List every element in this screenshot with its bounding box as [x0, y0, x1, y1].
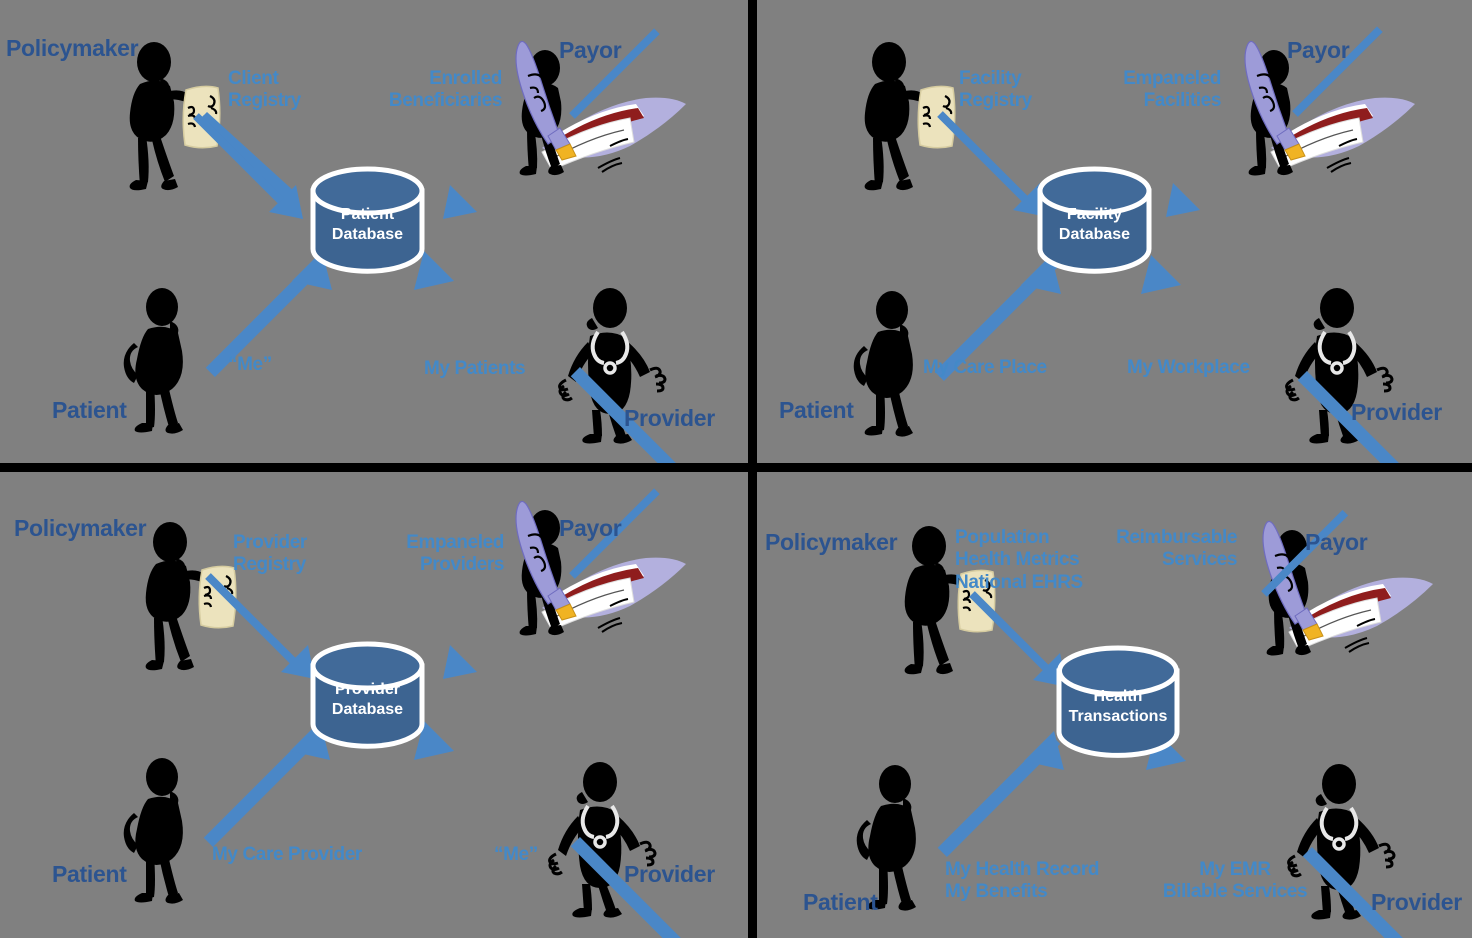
flow-line: Health Metrics	[955, 549, 1080, 571]
flow-line: Facilities	[1143, 90, 1222, 112]
quadrant-patient-registry: Patient Database Policymaker Payor Patie…	[0, 0, 748, 463]
flow-line: Billable Services	[1162, 881, 1308, 903]
flow-line: My Health Record	[945, 859, 1100, 880]
flow-line: Empaneled	[1123, 68, 1221, 89]
role-label-policymaker: Policymaker	[14, 515, 147, 541]
flow-line: My Workplace	[1127, 357, 1250, 378]
flow-label-provider: My Workplace	[1127, 357, 1250, 379]
flow-label-policymaker: Facility Registry	[959, 68, 1032, 113]
flow-label-policymaker: Client Registry	[228, 68, 301, 113]
flow-label-payor: Empaneled Providers	[338, 532, 504, 577]
flow-line: “Me”	[494, 844, 538, 865]
quadrant-health-transactions: Health Transactions Policymaker Payor Pa…	[757, 472, 1472, 938]
diagram-canvas: Patient Database Policymaker Payor Patie…	[0, 0, 1472, 938]
flow-line: “Me”	[228, 354, 272, 375]
role-label-payor: Payor	[1287, 37, 1350, 63]
flow-line: Enrolled	[429, 68, 502, 89]
flow-label-payor: Enrolled Beneficiaries	[330, 68, 502, 113]
flow-line: My Care Provider	[212, 844, 362, 865]
flow-line: National EHRS	[955, 571, 1083, 593]
role-label-patient: Patient	[52, 861, 127, 887]
role-label-policymaker: Policymaker	[765, 529, 898, 555]
label-group: Payor Patient Provider Facility Registry…	[757, 0, 1472, 463]
flow-line: Client	[228, 68, 279, 89]
quadrant-provider-registry: Provider Database Policymaker Payor Pati…	[0, 472, 748, 938]
role-label-patient: Patient	[779, 397, 854, 423]
flow-line: Population	[955, 527, 1050, 548]
flow-label-policymaker: Population Health Metrics National EHRS	[955, 527, 1083, 594]
flow-label-patient: My Health Record My Benefits	[945, 859, 1099, 904]
role-label-patient: Patient	[52, 397, 127, 423]
flow-line: Services	[1162, 549, 1237, 571]
flow-label-patient: My Care Place	[923, 357, 1047, 379]
label-group: Policymaker Payor Patient Provider Provi…	[0, 472, 748, 938]
flow-label-provider: “Me”	[494, 844, 538, 866]
flow-label-provider: My EMR Billable Services	[1145, 859, 1325, 904]
flow-line: Providers	[419, 554, 504, 576]
role-label-patient: Patient	[803, 889, 878, 915]
flow-line: My Benefits	[945, 881, 1048, 903]
role-label-payor: Payor	[559, 37, 622, 63]
flow-line: Empaneled	[406, 532, 504, 553]
quadrant-facility-registry: Facility Database Payor Patient Provider…	[757, 0, 1472, 463]
role-label-payor: Payor	[1305, 529, 1368, 555]
flow-line: My Patients	[424, 358, 526, 379]
role-label-policymaker: Policymaker	[6, 35, 139, 61]
flow-label-provider: My Patients	[424, 358, 526, 380]
flow-label-patient: “Me”	[228, 354, 272, 376]
flow-line: Registry	[228, 90, 301, 112]
flow-line: Provider	[233, 532, 307, 553]
flow-label-payor: Empaneled Facilities	[1057, 68, 1221, 113]
flow-line: Beneficiaries	[388, 90, 502, 112]
role-label-provider: Provider	[624, 405, 715, 431]
flow-label-patient: My Care Provider	[212, 844, 362, 866]
role-label-provider: Provider	[1371, 889, 1462, 915]
flow-line: Registry	[233, 554, 306, 576]
flow-label-payor: Reimbursable Services	[1079, 527, 1237, 572]
role-label-payor: Payor	[559, 515, 622, 541]
flow-line: My EMR	[1199, 859, 1271, 880]
role-label-provider: Provider	[1351, 399, 1442, 425]
label-group: Policymaker Payor Patient Provider Popul…	[757, 472, 1472, 938]
flow-label-policymaker: Provider Registry	[233, 532, 307, 577]
label-group: Policymaker Payor Patient Provider Clien…	[0, 0, 748, 463]
flow-line: Registry	[959, 90, 1032, 112]
role-label-provider: Provider	[624, 861, 715, 887]
flow-line: Facility	[959, 68, 1022, 89]
flow-line: Reimbursable	[1116, 527, 1237, 548]
horizontal-divider	[0, 463, 1472, 472]
flow-line: My Care Place	[923, 357, 1047, 378]
